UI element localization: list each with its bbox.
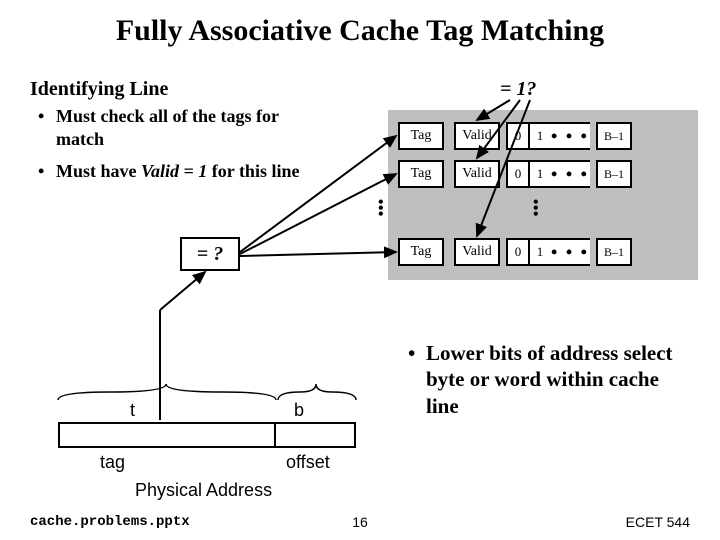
- physical-address-label: Physical Address: [135, 480, 272, 501]
- addr-label-b: b: [294, 400, 304, 421]
- bullet-lower: Lower bits of address select byte or wor…: [426, 340, 680, 419]
- equals-question-box: = ?: [180, 237, 240, 271]
- left-column: Identifying Line Must check all of the t…: [30, 78, 360, 183]
- byte-dots: • • •: [550, 238, 590, 266]
- slide-title: Fully Associative Cache Tag Matching: [0, 0, 720, 54]
- bullet-2: Must have Valid = 1 for this line: [56, 160, 360, 183]
- byte-1: 1: [528, 122, 550, 150]
- footer-page: 16: [0, 514, 720, 530]
- address-offset-field: [276, 422, 356, 448]
- valid-cell: Valid: [454, 160, 500, 188]
- byte-last: B–1: [596, 160, 632, 188]
- footer-course: ECET 544: [626, 514, 690, 530]
- tag-cell: Tag: [398, 238, 444, 266]
- tag-cell: Tag: [398, 160, 444, 188]
- bullet-1: Must check all of the tags formatch: [56, 105, 360, 150]
- identifying-heading: Identifying Line: [30, 78, 360, 101]
- valid-cell: Valid: [454, 122, 500, 150]
- address-bar: [58, 422, 356, 448]
- address-tag-field: [58, 422, 276, 448]
- valid-cell: Valid: [454, 238, 500, 266]
- byte-last: B–1: [596, 238, 632, 266]
- lower-bullet: Lower bits of address select byte or wor…: [400, 340, 680, 419]
- byte-1: 1: [528, 160, 550, 188]
- addr-text-tag: tag: [100, 452, 125, 473]
- byte-last: B–1: [596, 122, 632, 150]
- cache-row-1: Tag Valid 0 1 • • • B–1: [398, 160, 632, 188]
- byte-0: 0: [506, 160, 528, 188]
- byte-1: 1: [528, 238, 550, 266]
- byte-0: 0: [506, 238, 528, 266]
- byte-dots: • • •: [550, 160, 590, 188]
- byte-dots: • • •: [550, 122, 590, 150]
- cache-row-0: Tag Valid 0 1 • • • B–1: [398, 122, 632, 150]
- tag-cell: Tag: [398, 122, 444, 150]
- addr-text-offset: offset: [286, 452, 330, 473]
- addr-label-t: t: [130, 400, 135, 421]
- vdots-left: •••: [378, 200, 384, 218]
- equals-one-label: = 1?: [500, 78, 536, 101]
- cache-row-n: Tag Valid 0 1 • • • B–1: [398, 238, 632, 266]
- byte-0: 0: [506, 122, 528, 150]
- vdots-right: •••: [533, 200, 539, 218]
